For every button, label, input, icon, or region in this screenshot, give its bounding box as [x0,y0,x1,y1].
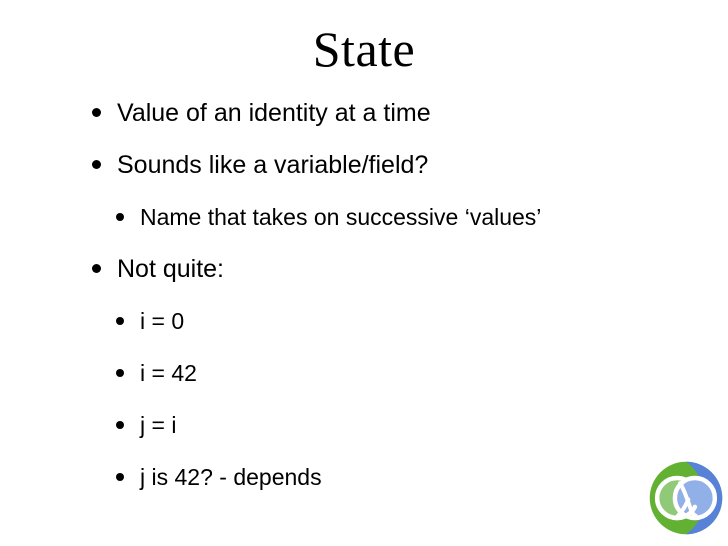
list-item-label: Not quite: [117,255,225,283]
list-item: j is 42? - depends [0,462,640,514]
list-item: i = 0 [0,306,640,358]
bullet-dot-icon [116,369,124,377]
clojure-logo-icon [649,461,723,535]
bullet-dot-icon [92,160,101,169]
bullet-dot-icon [116,473,124,481]
list-item-label: Name that takes on successive ‘values’ [140,204,542,230]
list-item-label: Sounds like a variable/field? [117,151,429,179]
list-item-label: i = 42 [140,360,197,386]
bullet-dot-icon [92,264,101,273]
list-item: Not quite: [0,254,640,306]
list-item: Name that takes on successive ‘values’ [0,202,640,254]
bullet-dot-icon [116,213,124,221]
slide: State Value of an identity at a time Sou… [0,0,728,546]
list-item-label: j = i [140,412,177,438]
list-item-label: i = 0 [140,308,185,334]
list-item-label: Value of an identity at a time [117,99,431,127]
list-item-label: j is 42? - depends [140,464,322,490]
list-item: Sounds like a variable/field? [0,150,640,202]
list-item: i = 42 [0,358,640,410]
bullet-list: Value of an identity at a time Sounds li… [0,98,640,514]
bullet-dot-icon [116,421,124,429]
list-item: j = i [0,410,640,462]
page-title: State [312,21,416,77]
list-item: Value of an identity at a time [0,98,640,150]
bullet-dot-icon [116,317,124,325]
bullet-dot-icon [92,108,101,117]
